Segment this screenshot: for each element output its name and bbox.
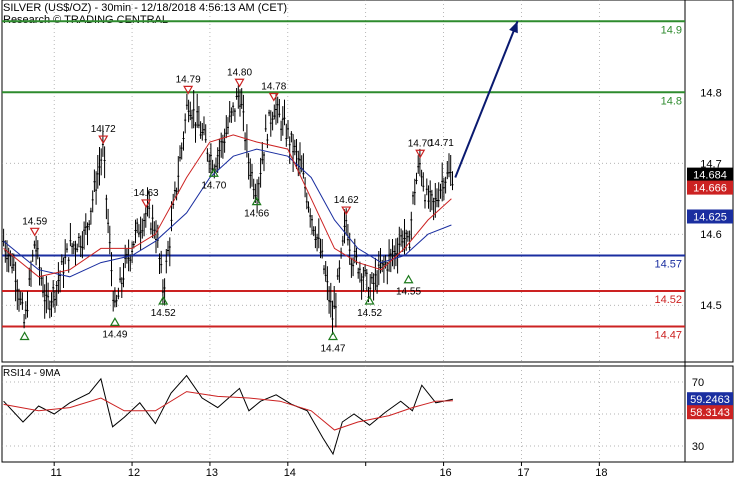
price-chart: 14.514.614.714.811 12 13 14 16 17 18307014.914…	[1, 0, 734, 479]
level-label: 14.8	[661, 95, 682, 107]
price-note-label: 14.71	[429, 138, 454, 149]
swing-high-label: 14.62	[334, 195, 359, 206]
swing-high-label: 14.80	[227, 67, 252, 78]
x-tick-label: 11	[50, 467, 61, 479]
price-tag: 14.684	[693, 170, 727, 182]
x-tick-label: 17	[517, 467, 529, 479]
swing-low-label: 14.70	[201, 180, 226, 191]
level-label: 14.47	[654, 330, 682, 342]
swing-high-label: 14.78	[261, 81, 286, 92]
x-tick-label: 14	[284, 467, 296, 479]
swing-low-marker	[364, 295, 375, 305]
swing-low-marker	[327, 331, 339, 341]
forecast-arrow-head	[509, 21, 518, 34]
swing-low-label: 14.52	[151, 308, 176, 319]
price-tick-label: 14.8	[700, 87, 721, 99]
swing-low-label: 14.66	[244, 209, 269, 220]
price-bars	[2, 85, 454, 335]
level-label: 14.57	[654, 259, 682, 271]
swing-high-label: 14.79	[176, 74, 201, 85]
swing-low-label: 14.47	[320, 344, 345, 355]
swing-high-label: 14.72	[91, 124, 116, 135]
swing-high-label: 14.63	[134, 188, 159, 199]
x-tick-label: 12	[128, 467, 140, 479]
swing-low-marker	[109, 317, 120, 326]
level-label: 14.9	[661, 24, 682, 36]
swing-high-label: 14.59	[22, 216, 47, 227]
swing-low-label: 14.52	[357, 308, 382, 319]
x-tick-label: 16	[439, 467, 451, 479]
price-tag: 14.666	[693, 183, 727, 195]
price-tick-label: 14.6	[700, 229, 721, 241]
rsi-panel-frame	[1, 365, 734, 463]
price-tag: 14.625	[693, 211, 727, 223]
rsi-tick-label: 70	[692, 377, 704, 389]
rsi-line	[3, 374, 454, 456]
rsi-tag: 58.3143	[690, 407, 730, 419]
price-tick-label: 14.5	[700, 300, 721, 312]
swing-low-label: 14.49	[102, 329, 127, 340]
rsi-tick-label: 30	[692, 441, 704, 453]
swing-high-marker	[29, 227, 40, 237]
forecast-arrow-shaft	[454, 20, 519, 178]
swing-low-marker	[403, 274, 414, 284]
rsi-ma-line	[3, 391, 453, 431]
x-tick-label: 13	[206, 467, 218, 479]
swing-low-label: 14.55	[396, 287, 421, 298]
swing-low-marker	[19, 331, 30, 341]
swing-high-marker	[268, 92, 279, 102]
level-label: 14.52	[654, 294, 682, 306]
rsi-tag: 59.2463	[690, 394, 730, 406]
x-tick-label: 18	[595, 467, 607, 479]
swing-high-marker	[234, 78, 245, 88]
